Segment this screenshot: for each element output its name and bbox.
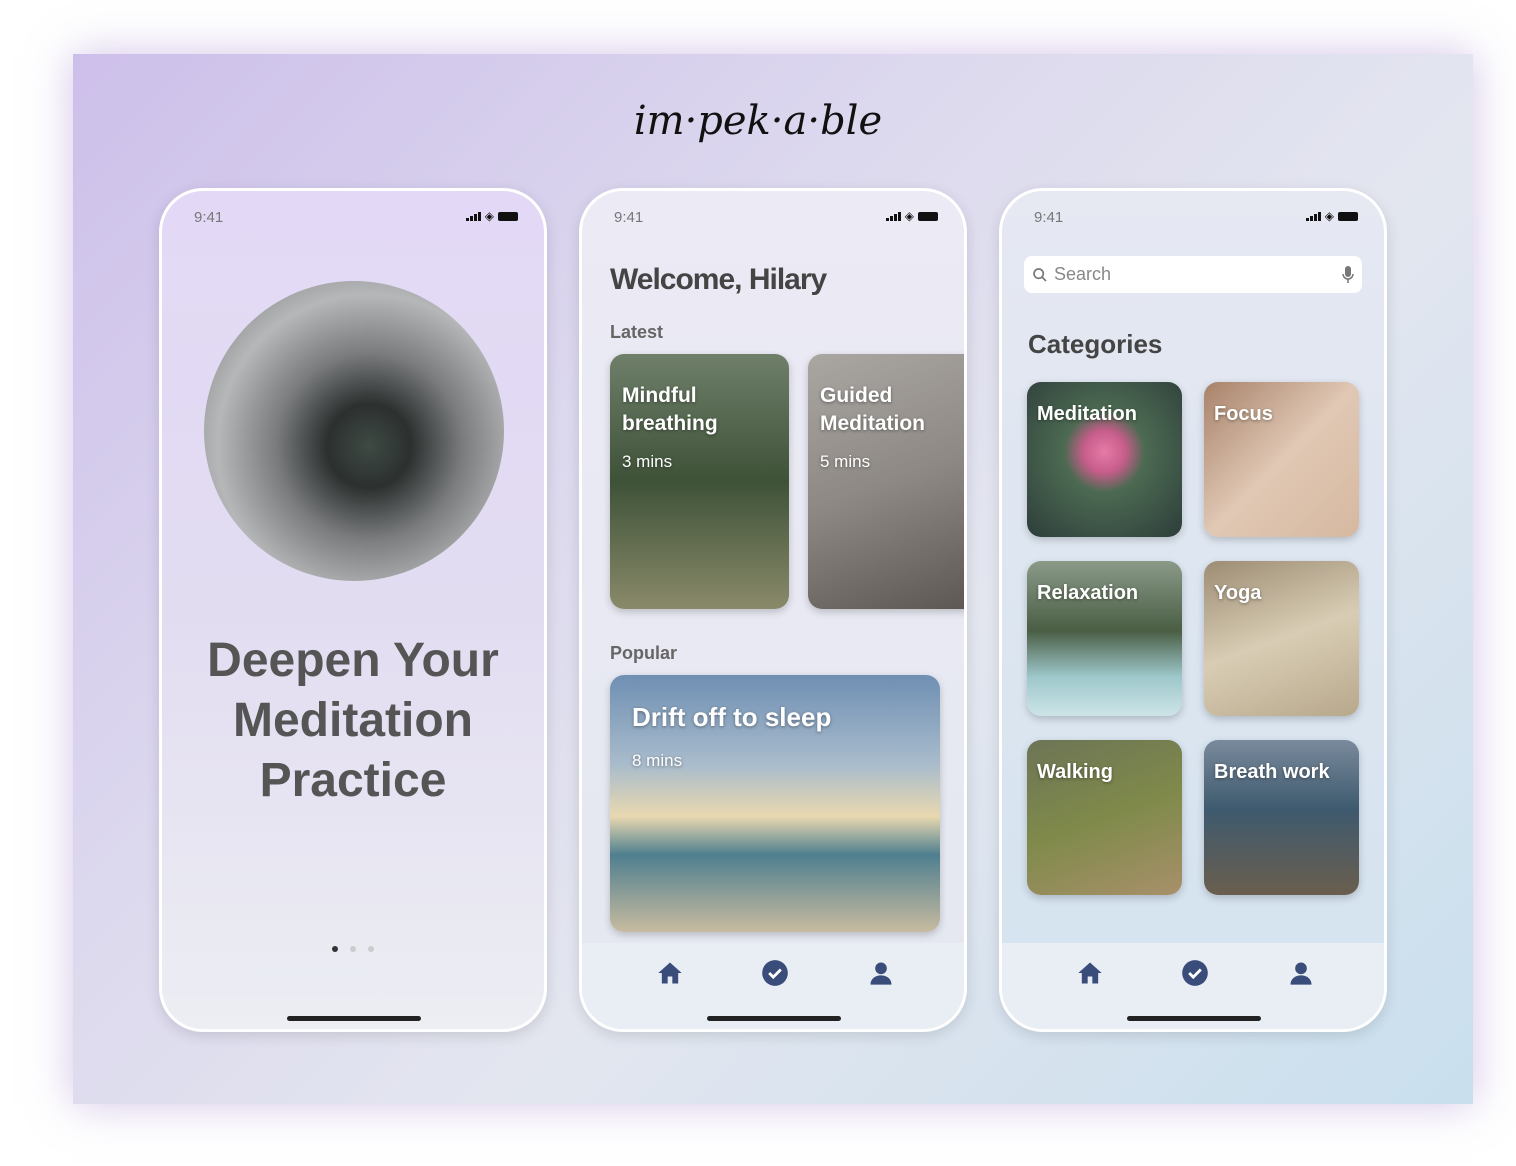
card-duration: 3 mins <box>622 452 673 471</box>
home-indicator <box>1127 1016 1261 1021</box>
home-screen: 9:41 ◈ Welcome, Hilary Latest Mindful br… <box>579 188 967 1032</box>
category-breath-work[interactable]: Breath work <box>1204 740 1359 895</box>
status-time: 9:41 <box>1034 209 1064 226</box>
page-indicator[interactable] <box>332 946 374 952</box>
category-label: Yoga <box>1214 582 1262 604</box>
status-icons: ◈ <box>885 209 938 223</box>
card-duration: 8 mins <box>632 751 683 770</box>
category-label: Focus <box>1214 403 1273 425</box>
home-indicator <box>707 1016 841 1021</box>
home-icon[interactable] <box>656 959 684 987</box>
popular-label: Popular <box>610 643 678 663</box>
category-walking[interactable]: Walking <box>1027 740 1182 895</box>
status-time: 9:41 <box>194 209 224 226</box>
check-circle-icon[interactable] <box>1181 959 1209 987</box>
wifi-icon: ◈ <box>484 209 494 223</box>
title-line: Practice <box>259 754 447 807</box>
home-icon[interactable] <box>1076 959 1104 987</box>
wifi-icon: ◈ <box>1324 209 1334 223</box>
card-title: Drift off to sleep <box>632 702 832 732</box>
onboarding-screen: 9:41 ◈ Deepen Your Meditation Practice <box>159 188 547 1032</box>
battery-icon <box>1338 212 1358 221</box>
welcome-heading: Welcome, Hilary <box>610 263 827 296</box>
signal-icon <box>465 212 481 221</box>
status-time: 9:41 <box>614 209 644 226</box>
category-label: Breath work <box>1214 761 1330 783</box>
category-focus[interactable]: Focus <box>1204 382 1359 537</box>
card-duration: 5 mins <box>820 452 871 471</box>
battery-icon <box>918 212 938 221</box>
browse-screen: 9:41 ◈ Search Categories Meditation Focu… <box>999 188 1387 1032</box>
search-placeholder: Search <box>1054 264 1112 284</box>
signal-icon <box>885 212 901 221</box>
title-line: Deepen Your <box>207 634 499 687</box>
title-line: Meditation <box>233 694 473 747</box>
status-icons: ◈ <box>465 209 518 223</box>
page-dot[interactable] <box>332 946 338 952</box>
user-icon[interactable] <box>867 959 895 987</box>
wifi-icon: ◈ <box>904 209 914 223</box>
search-input[interactable]: Search <box>1024 256 1362 293</box>
categories-heading: Categories <box>1028 329 1163 359</box>
category-yoga[interactable]: Yoga <box>1204 561 1359 716</box>
check-circle-icon[interactable] <box>761 959 789 987</box>
page-dot[interactable] <box>350 946 356 952</box>
user-icon[interactable] <box>1287 959 1315 987</box>
battery-icon <box>498 212 518 221</box>
microphone-icon[interactable] <box>1342 265 1354 284</box>
onboarding-title: Deepen Your Meditation Practice <box>162 631 544 811</box>
card-title: Guided Meditation <box>820 384 925 435</box>
popular-card-drift-off-to-sleep[interactable]: Drift off to sleep 8 mins <box>610 675 940 932</box>
category-label: Meditation <box>1037 403 1137 425</box>
status-icons: ◈ <box>1305 209 1358 223</box>
stacked-stones-image <box>204 281 504 581</box>
home-indicator <box>287 1016 421 1021</box>
brand-logo: im·pek·a·ble <box>633 98 883 144</box>
latest-label: Latest <box>610 322 664 342</box>
search-icon <box>1033 267 1047 282</box>
category-label: Relaxation <box>1037 582 1139 604</box>
category-label: Walking <box>1037 761 1113 783</box>
category-meditation[interactable]: Meditation <box>1027 382 1182 537</box>
latest-card-guided-meditation[interactable]: Guided Meditation 5 mins <box>808 354 964 609</box>
category-relaxation[interactable]: Relaxation <box>1027 561 1182 716</box>
latest-card-mindful-breathing[interactable]: Mindful breathing 3 mins <box>610 354 789 609</box>
page-dot[interactable] <box>368 946 374 952</box>
signal-icon <box>1305 212 1321 221</box>
card-title: Mindful breathing <box>622 384 718 435</box>
